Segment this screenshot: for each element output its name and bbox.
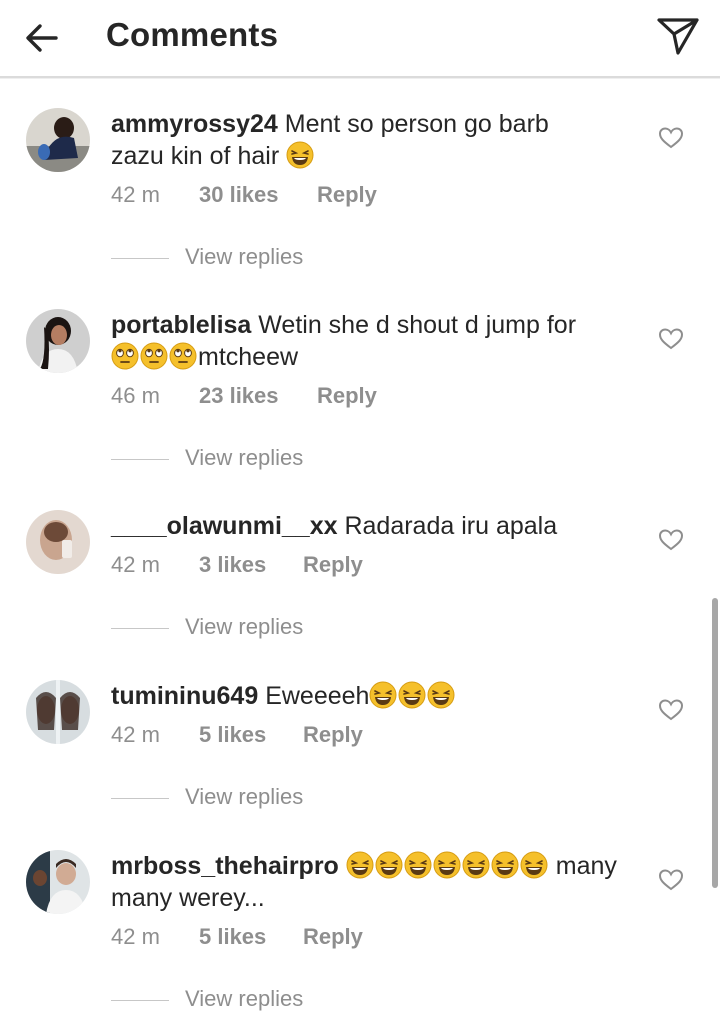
laughing-emoji-icon	[369, 681, 397, 709]
reply-button[interactable]: Reply	[317, 383, 377, 409]
reply-button[interactable]: Reply	[303, 722, 363, 748]
avatar[interactable]	[26, 850, 90, 914]
avatar[interactable]	[26, 680, 90, 744]
comment-username[interactable]: ____olawunmi__xx	[111, 512, 338, 540]
reply-button[interactable]: Reply	[303, 552, 363, 578]
view-replies-link[interactable]: View replies	[111, 784, 371, 814]
divider	[111, 258, 169, 259]
likes-count[interactable]: 30 likes	[199, 182, 279, 208]
avatar[interactable]	[26, 510, 90, 574]
laughing-emoji-icon	[375, 851, 403, 879]
view-replies-label: View replies	[185, 784, 304, 809]
comment-meta: 42 m 30 likes Reply	[111, 182, 411, 212]
view-replies-label: View replies	[185, 445, 304, 470]
comment-text: ammyrossy24 Ment so person go barb zazu …	[111, 108, 641, 172]
comment-username[interactable]: portablelisa	[111, 311, 251, 339]
laughing-emoji-icon	[404, 851, 432, 879]
eye-roll-emoji-icon	[111, 342, 139, 370]
comment-body: Eweeeeh	[258, 682, 370, 710]
comment-body: many werey...	[111, 884, 265, 912]
scrollbar[interactable]	[712, 598, 718, 888]
eye-roll-emoji-icon	[140, 342, 168, 370]
heart-icon[interactable]	[658, 698, 684, 722]
laughing-emoji-icon	[286, 141, 314, 169]
comment-body: Radarada iru apala	[337, 512, 558, 540]
heart-icon[interactable]	[658, 528, 684, 552]
view-replies-link[interactable]: View replies	[111, 986, 371, 1016]
comment-time: 46 m	[111, 383, 160, 408]
comment-meta: 42 m 3 likes Reply	[111, 552, 411, 582]
comment-text: mrboss_thehairpro many many werey...	[111, 850, 641, 914]
likes-count[interactable]: 5 likes	[199, 722, 266, 748]
divider	[111, 1000, 169, 1001]
likes-count[interactable]: 5 likes	[199, 924, 266, 950]
comment-body: Ment so person go barb	[277, 110, 549, 138]
laughing-emoji-icon	[462, 851, 490, 879]
comment-time: 42 m	[111, 722, 160, 747]
likes-count[interactable]: 3 likes	[199, 552, 266, 578]
comment-text: tumininu649 Eweeeeh	[111, 680, 641, 712]
laughing-emoji-icon	[491, 851, 519, 879]
comment-time: 42 m	[111, 182, 160, 207]
comment-meta: 46 m 23 likes Reply	[111, 383, 411, 413]
header-bar: Comments	[0, 0, 720, 78]
comment-time: 42 m	[111, 552, 160, 577]
laughing-emoji-icon	[520, 851, 548, 879]
reply-button[interactable]: Reply	[303, 924, 363, 950]
laughing-emoji-icon	[398, 681, 426, 709]
heart-icon[interactable]	[658, 327, 684, 351]
view-replies-label: View replies	[185, 614, 304, 639]
view-replies-label: View replies	[185, 244, 304, 269]
likes-count[interactable]: 23 likes	[199, 383, 279, 409]
laughing-emoji-icon	[427, 681, 455, 709]
comment-body: zazu kin of hair	[111, 142, 287, 170]
laughing-emoji-icon	[346, 851, 374, 879]
arrow-left-icon[interactable]	[22, 18, 62, 58]
view-replies-link[interactable]: View replies	[111, 244, 371, 274]
comment-body: many	[548, 852, 617, 880]
comment-meta: 42 m 5 likes Reply	[111, 722, 411, 752]
paper-plane-icon[interactable]	[655, 15, 701, 57]
eye-roll-emoji-icon	[169, 342, 197, 370]
comment-username[interactable]: tumininu649	[111, 682, 258, 710]
page-title: Comments	[106, 16, 279, 53]
divider	[111, 628, 169, 629]
comment-meta: 42 m 5 likes Reply	[111, 924, 411, 954]
heart-icon[interactable]	[658, 868, 684, 892]
avatar[interactable]	[26, 108, 90, 172]
comment-username[interactable]: ammyrossy24	[111, 110, 278, 138]
view-replies-label: View replies	[185, 986, 304, 1011]
comment-body: mtcheew	[198, 343, 299, 371]
avatar[interactable]	[26, 309, 90, 373]
heart-icon[interactable]	[658, 126, 684, 150]
laughing-emoji-icon	[433, 851, 461, 879]
comment-body: Wetin she d shout d jump for	[251, 311, 577, 339]
comment-text: ____olawunmi__xx Radarada iru apala	[111, 510, 641, 542]
comment-username[interactable]: mrboss_thehairpro	[111, 852, 339, 880]
reply-button[interactable]: Reply	[317, 182, 377, 208]
comment-time: 42 m	[111, 924, 160, 949]
divider	[111, 459, 169, 460]
view-replies-link[interactable]: View replies	[111, 614, 371, 644]
divider	[111, 798, 169, 799]
view-replies-link[interactable]: View replies	[111, 445, 371, 475]
comment-text: portablelisa Wetin she d shout d jump fo…	[111, 309, 641, 373]
